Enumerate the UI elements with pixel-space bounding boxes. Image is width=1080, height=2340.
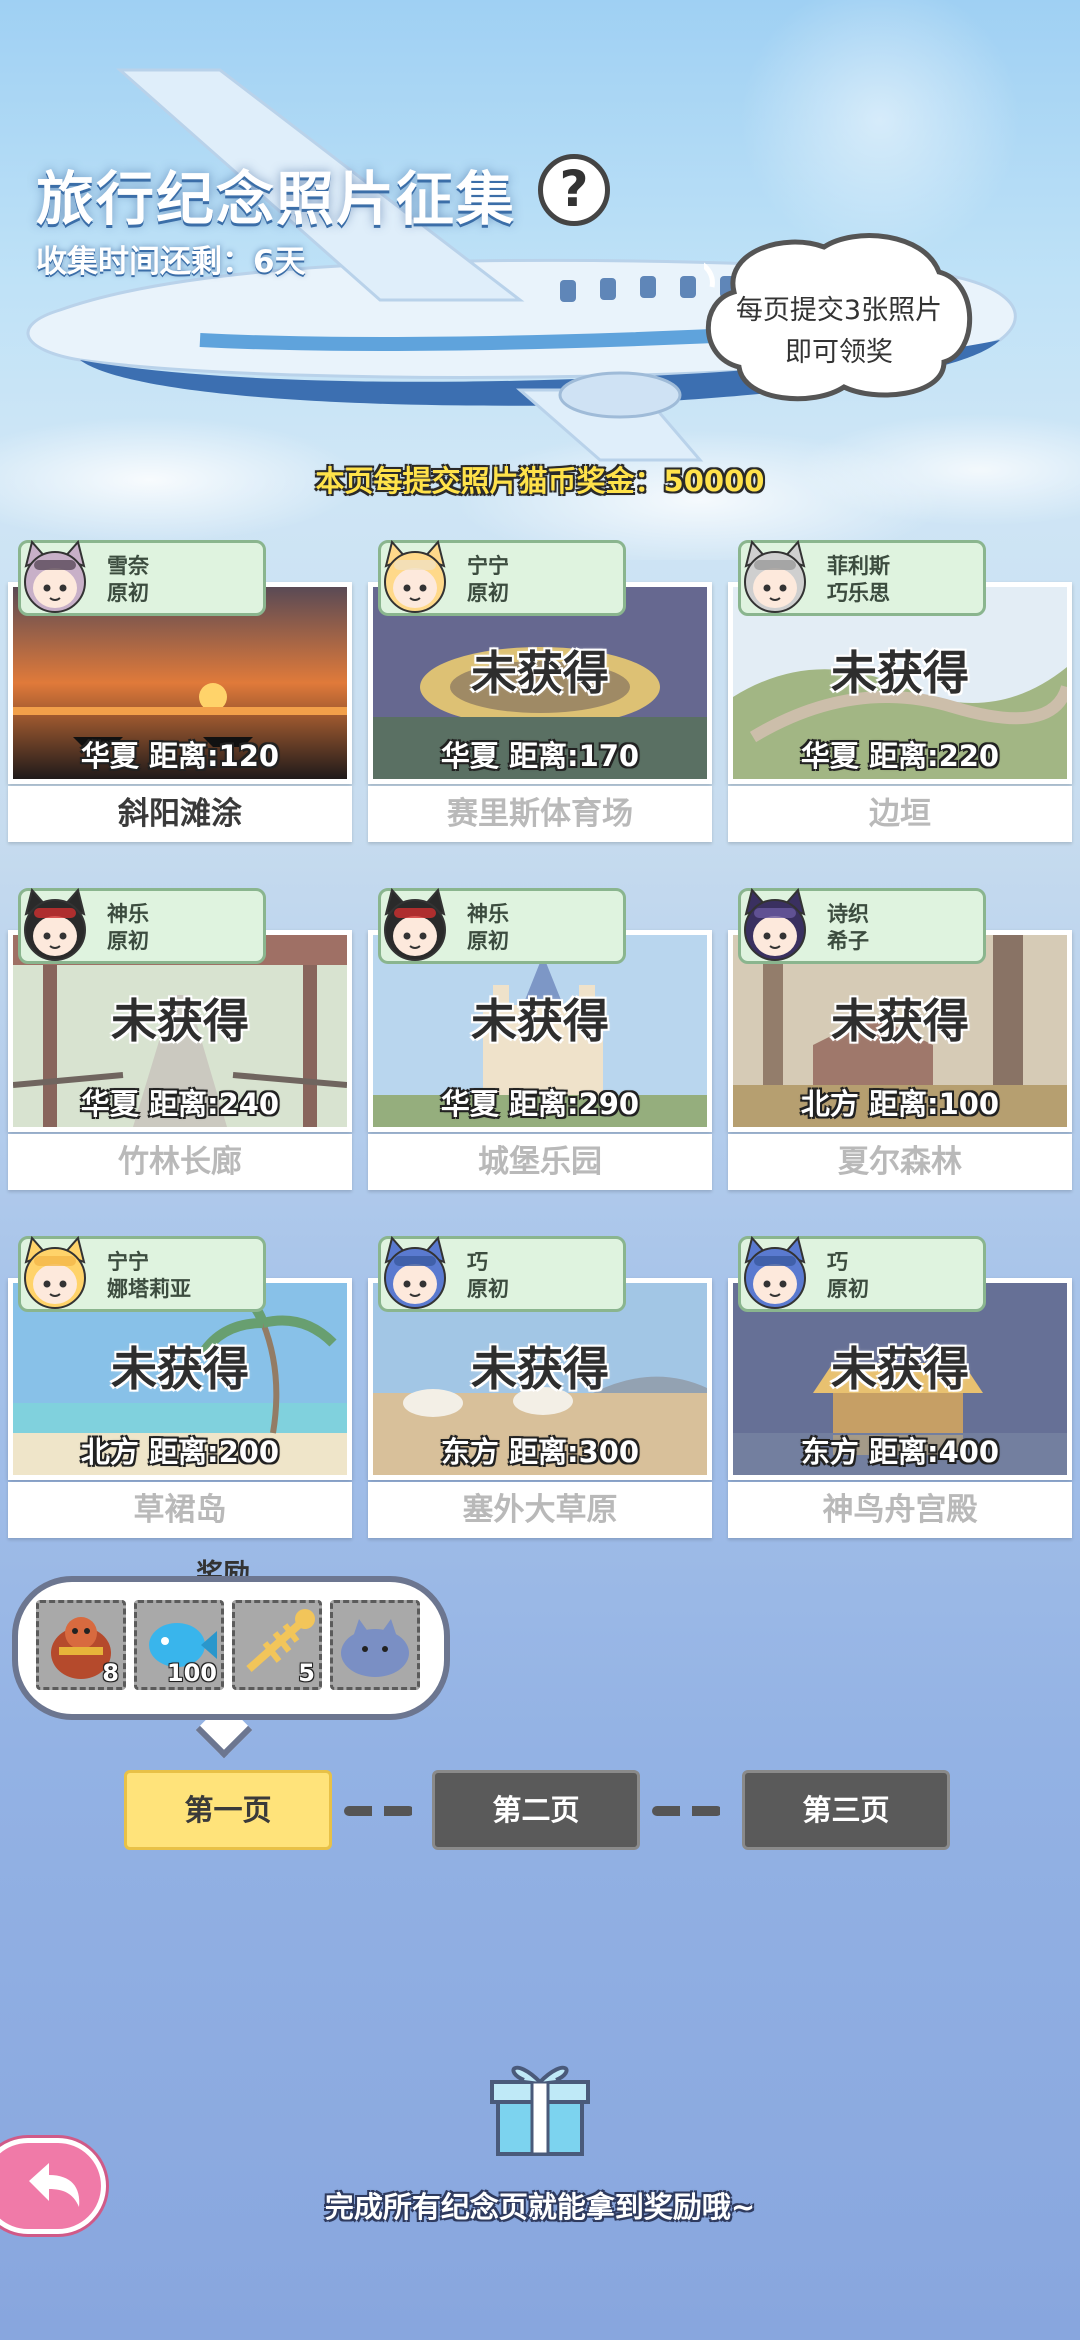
page-title: 旅行纪念照片征集: [36, 165, 517, 233]
character-avatar-icon: [384, 539, 446, 613]
character-name: 原初: [467, 929, 509, 953]
photo-card[interactable]: 未获得东方 距离:300 塞外大草原 巧原初: [368, 1235, 712, 1542]
page-tab-3[interactable]: 第三页: [742, 1770, 950, 1850]
reward-count: 5: [298, 1659, 315, 1687]
photo-card[interactable]: 未获得东方 距离:400 神鸟舟宫殿 巧原初: [728, 1235, 1072, 1542]
location-name: 夏尔森林: [728, 1134, 1072, 1190]
character-name: 巧: [827, 1250, 848, 1274]
distance-label: 北方 距离:200: [80, 1435, 280, 1469]
bubble-text: 每页提交3张照片 即可领奖: [704, 290, 974, 374]
reward-item[interactable]: 100: [134, 1600, 224, 1690]
page-tab-2[interactable]: 第二页: [432, 1770, 640, 1850]
location-name: 塞外大草原: [368, 1482, 712, 1538]
distance-label: 华夏 距离:240: [80, 1087, 280, 1121]
distance-label: 北方 距离:100: [800, 1087, 1000, 1121]
character-name: 原初: [107, 929, 149, 953]
bubble-line-2: 即可领奖: [785, 337, 893, 368]
help-button[interactable]: ?: [538, 154, 610, 226]
photo-card[interactable]: 未获得北方 距离:100 夏尔森林 诗织希子: [728, 887, 1072, 1194]
character-name: 巧: [467, 1250, 488, 1274]
character-avatar-icon: [744, 539, 806, 613]
not-obtained-label: 未获得: [831, 994, 969, 1048]
not-obtained-label: 未获得: [111, 1342, 249, 1396]
character-name: 神乐: [467, 902, 509, 926]
distance-label: 华夏 距离:170: [440, 739, 640, 773]
character-name: 雪奈: [107, 554, 149, 578]
page-connector: [652, 1806, 722, 1816]
gift-box-icon[interactable]: [484, 2046, 596, 2158]
photo-card[interactable]: 未获得华夏 距离:220 边垣 菲利斯巧乐思: [728, 539, 1072, 846]
page-tab-1[interactable]: 第一页: [124, 1770, 332, 1850]
location-name: 竹林长廊: [8, 1134, 352, 1190]
complete-hint: 完成所有纪念页就能拿到奖励哦~: [324, 2190, 756, 2224]
photo-card[interactable]: 未获得华夏 距离:240 竹林长廊 神乐原初: [8, 887, 352, 1194]
character-name: 宁宁: [107, 1250, 149, 1274]
cat-plush-icon: [341, 1619, 409, 1677]
location-name: 神鸟舟宫殿: [728, 1482, 1072, 1538]
location-name: 城堡乐园: [368, 1134, 712, 1190]
location-name: 赛里斯体育场: [368, 786, 712, 842]
character-name: 原初: [467, 581, 509, 605]
character-avatar-icon: [384, 1235, 446, 1309]
character-name: 娜塔莉亚: [107, 1277, 191, 1301]
not-obtained-label: 未获得: [471, 1342, 609, 1396]
character-avatar-icon: [24, 887, 86, 961]
back-arrow-icon: [29, 2163, 80, 2207]
character-avatar-icon: [24, 539, 86, 613]
character-name: 原初: [827, 1277, 869, 1301]
character-avatar-icon: [744, 887, 806, 961]
character-name: 原初: [107, 581, 149, 605]
bubble-line-1: 每页提交3张照片: [735, 295, 943, 326]
distance-label: 华夏 距离:120: [80, 739, 280, 773]
character-avatar-icon: [744, 1235, 806, 1309]
not-obtained-label: 未获得: [111, 994, 249, 1048]
distance-label: 东方 距离:400: [800, 1435, 1000, 1469]
reward-item[interactable]: 5: [232, 1600, 322, 1690]
photo-card[interactable]: 未获得华夏 距离:170 赛里斯体育场 宁宁原初: [368, 539, 712, 846]
character-name: 诗织: [827, 902, 869, 926]
photo-card[interactable]: 未获得北方 距离:200 草裙岛 宁宁娜塔莉亚: [8, 1235, 352, 1542]
distance-label: 华夏 距离:220: [800, 739, 1000, 773]
character-name: 巧乐思: [827, 581, 890, 605]
reward-count: 8: [102, 1659, 119, 1687]
not-obtained-label: 未获得: [831, 1342, 969, 1396]
not-obtained-label: 未获得: [471, 994, 609, 1048]
not-obtained-label: 未获得: [831, 646, 969, 700]
location-name: 草裙岛: [8, 1482, 352, 1538]
reward-item[interactable]: 8: [36, 1600, 126, 1690]
reward-item[interactable]: [330, 1600, 420, 1690]
back-button[interactable]: [0, 2138, 106, 2234]
page-connector: [344, 1806, 414, 1816]
character-name: 原初: [467, 1277, 509, 1301]
character-name: 菲利斯: [827, 554, 890, 578]
bonus-text: 本页每提交照片猫币奖金：50000: [315, 464, 765, 498]
character-avatar-icon: [384, 887, 446, 961]
distance-label: 东方 距离:300: [440, 1435, 640, 1469]
distance-label: 华夏 距离:290: [440, 1087, 640, 1121]
photo-card[interactable]: 华夏 距离:120 斜阳滩涂 雪奈原初: [8, 539, 352, 846]
character-name: 神乐: [107, 902, 149, 926]
countdown-text: 收集时间还剩：6天: [36, 244, 306, 280]
character-name: 希子: [827, 929, 869, 953]
location-name: 斜阳滩涂: [8, 786, 352, 842]
character-name: 宁宁: [467, 554, 509, 578]
character-avatar-icon: [24, 1235, 86, 1309]
not-obtained-label: 未获得: [471, 646, 609, 700]
photo-card[interactable]: 未获得华夏 距离:290 城堡乐园 神乐原初: [368, 887, 712, 1194]
reward-count: 100: [166, 1659, 217, 1687]
location-name: 边垣: [728, 786, 1072, 842]
